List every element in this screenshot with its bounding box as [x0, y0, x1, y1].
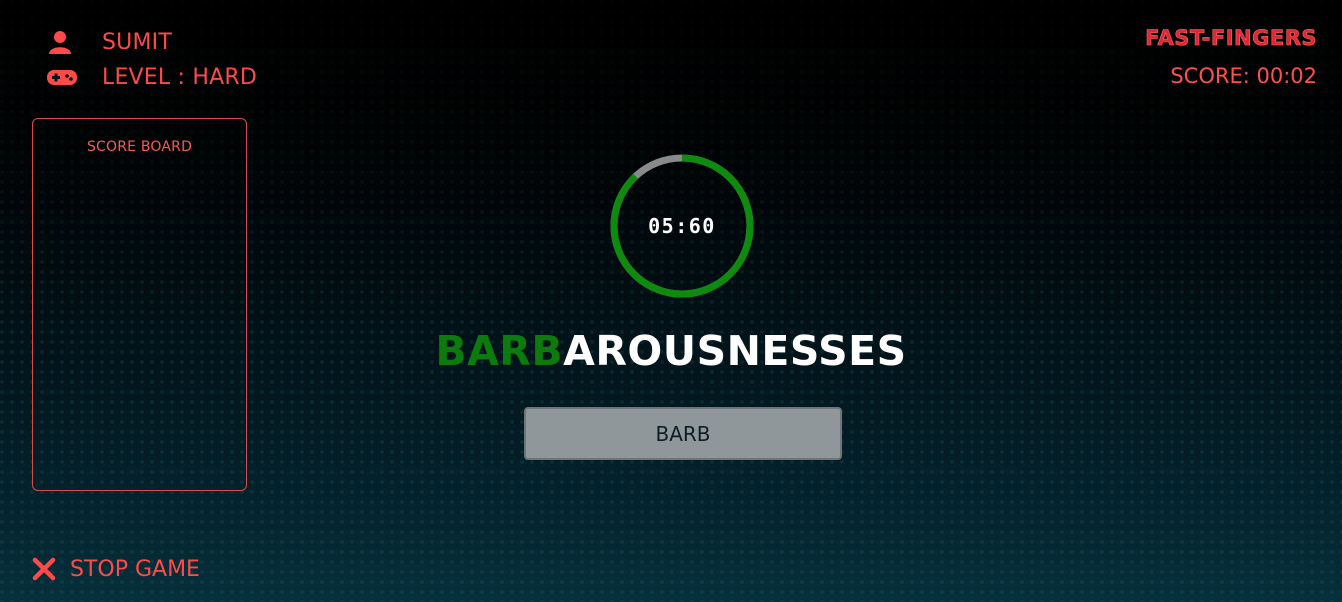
- word-input[interactable]: [524, 407, 842, 460]
- brand-logo: FAST-FINGERS: [1145, 26, 1317, 51]
- timer-readout: 05:60: [648, 214, 716, 238]
- player-name: SUMIT: [102, 29, 172, 55]
- stop-game-label: STOP GAME: [70, 556, 200, 582]
- target-word: BARBAROUSNESSES: [0, 327, 1342, 375]
- countdown-timer: 05:60: [608, 152, 756, 300]
- player-name-row: SUMIT: [46, 25, 172, 59]
- remaining-letters: AROUSNESSES: [563, 327, 907, 375]
- typed-letters: BARB: [435, 327, 564, 375]
- score-display: SCORE: 00:02: [1170, 64, 1317, 88]
- stop-game-button[interactable]: STOP GAME: [32, 553, 200, 585]
- player-level-row: LEVEL : HARD: [46, 60, 257, 94]
- score-board-title: SCORE BOARD: [86, 139, 193, 155]
- gamepad-icon: [46, 65, 78, 89]
- level-label: LEVEL : HARD: [102, 64, 257, 90]
- close-icon: [32, 557, 56, 581]
- score-board-panel: SCORE BOARD: [32, 118, 247, 491]
- user-icon: [46, 30, 78, 54]
